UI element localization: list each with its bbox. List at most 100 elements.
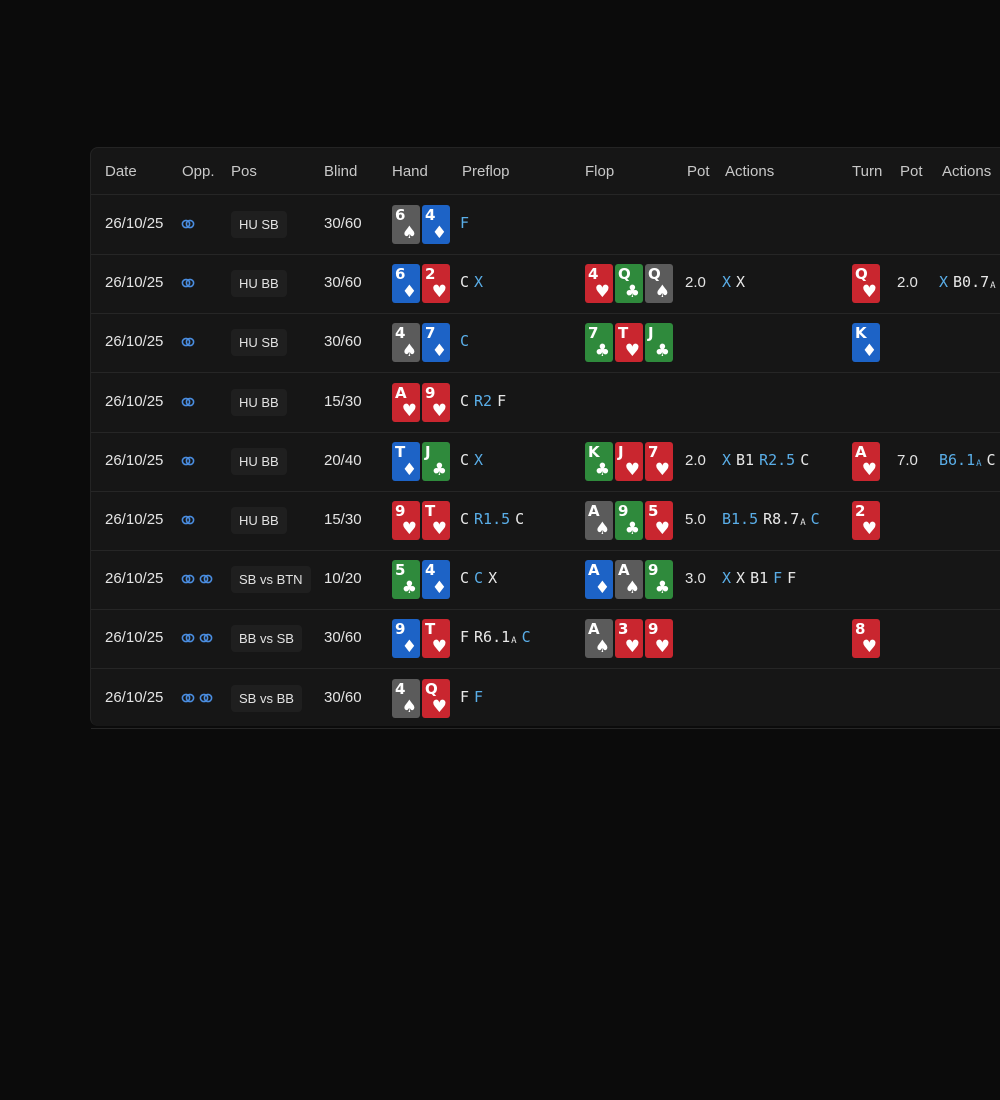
table-row[interactable]: 26/10/25 HU BB 30/60 6 ♦ 2 ♥ C X 4 ♥ Q ♣ Q ♠ 2.0 X X Q ♥ 2.0… <box>91 254 1000 315</box>
row-date: 26/10/25 <box>105 215 164 232</box>
action-token: C <box>811 510 820 528</box>
action-token: X <box>722 569 731 587</box>
col-hand[interactable]: Hand <box>392 163 428 180</box>
playing-card: A ♥ <box>392 382 420 422</box>
card-rank: 9 <box>618 502 629 520</box>
playing-card: A ♥ <box>852 441 880 481</box>
col-turn-pot[interactable]: Pot <box>900 163 923 180</box>
col-turn-actions[interactable]: Actions <box>942 163 991 180</box>
heart-suit-icon: ♥ <box>431 282 447 303</box>
action-token: R2 <box>474 392 492 410</box>
action-token: C <box>800 451 809 469</box>
card-rank: 9 <box>395 502 406 520</box>
col-turn[interactable]: Turn <box>852 163 882 180</box>
action-text: C <box>460 450 470 469</box>
row-date: 26/10/25 <box>105 688 164 706</box>
playing-card: T ♦ <box>392 441 420 481</box>
col-flop-pot[interactable]: Pot <box>687 163 710 180</box>
flop-pot: 5.0 <box>685 511 706 528</box>
table-header: Date Opp. Pos Blind Hand Preflop Flop Po… <box>91 148 1000 195</box>
playing-card: T ♥ <box>422 619 450 659</box>
col-opp[interactable]: Opp. <box>182 163 215 180</box>
table-row[interactable]: 26/10/25 SB vs BTN 10/20 5 ♣ 4 ♦ C C X A ♦ A ♠ 9 ♣ 3.0 X X… <box>91 550 1000 611</box>
table-row[interactable]: 26/10/25 HU BB 15/30 A ♥ 9 ♥ C R2 F <box>91 373 1000 433</box>
action-text: X <box>736 273 746 292</box>
preflop-actions: CX <box>460 273 488 291</box>
opponent-icon[interactable] <box>199 572 213 591</box>
opponent-icon[interactable] <box>199 631 213 650</box>
opponent-icon[interactable] <box>181 513 195 532</box>
table-row[interactable]: 26/10/25 HU BB 15/30 9 ♥ T ♥ C R1.5 C A ♠ 9 ♣ 5 ♥ 5.0 B1.… <box>91 491 1000 551</box>
position-badge: HU SB <box>231 329 287 357</box>
opponent-icon[interactable] <box>181 217 195 236</box>
action-token: X <box>736 569 745 587</box>
action-token: C <box>460 451 469 469</box>
playing-card: 2 ♥ <box>422 264 450 304</box>
opponent-icon[interactable] <box>181 631 195 650</box>
opponent-icon[interactable] <box>199 691 213 710</box>
action-text: B0.7 <box>953 273 990 292</box>
action-token: R1.5 <box>474 510 510 528</box>
col-blind[interactable]: Blind <box>324 163 357 180</box>
opponent-icons <box>181 572 213 591</box>
row-date: 26/10/25 <box>105 333 164 351</box>
diamond-suit-icon: ♦ <box>401 459 417 480</box>
col-flop-actions[interactable]: Actions <box>725 163 774 180</box>
opponent-icon[interactable] <box>181 335 195 354</box>
heart-suit-icon: ♥ <box>624 637 640 658</box>
hole-cards: A ♥ 9 ♥ <box>392 382 450 422</box>
heart-suit-icon: ♥ <box>594 282 610 303</box>
playing-card: A ♠ <box>615 560 643 600</box>
action-token: B6.1A <box>939 451 982 469</box>
card-rank: K <box>588 442 600 461</box>
preflop-actions: F <box>460 214 474 232</box>
action-text: X <box>722 273 732 292</box>
table-row[interactable]: 26/10/25 HU SB 30/60 4 ♠ 7 ♦ C 7 ♣ T ♥ J ♣ K ♦ <box>91 313 1000 374</box>
flop-pot: 2.0 <box>685 451 706 469</box>
action-allin-marker: A <box>511 636 517 647</box>
flop-cards: A ♦ A ♠ 9 ♣ <box>585 560 673 600</box>
action-token: C <box>460 392 469 410</box>
playing-card: 8 ♥ <box>852 619 880 659</box>
preflop-actions: C R2 F <box>460 392 511 410</box>
table-row[interactable]: 26/10/25 BB vs SB 30/60 9 ♦ T ♥ F R6.1A C A ♠ 3 ♥ 9 ♥ 8 ♥ <box>91 609 1000 670</box>
playing-card: J ♣ <box>645 323 673 363</box>
col-preflop[interactable]: Preflop <box>462 163 510 180</box>
action-token: F <box>787 569 796 587</box>
card-rank: 7 <box>588 324 599 343</box>
position-badge: SB vs BB <box>231 684 302 712</box>
hand-history-table: Date Opp. Pos Blind Hand Preflop Flop Po… <box>90 147 1000 729</box>
opponent-icon[interactable] <box>181 395 195 414</box>
col-date[interactable]: Date <box>105 163 137 180</box>
table-row[interactable]: 26/10/25 HU SB 30/60 6 ♠ 4 ♦ F <box>91 195 1000 255</box>
opponent-icon[interactable] <box>181 691 195 710</box>
heart-suit-icon: ♥ <box>624 459 640 480</box>
opponent-icon[interactable] <box>181 572 195 591</box>
opponent-icon[interactable] <box>181 454 195 473</box>
turn-pot: 2.0 <box>897 274 918 292</box>
card-rank: 4 <box>395 679 406 698</box>
card-rank: 5 <box>648 502 659 520</box>
heart-suit-icon: ♥ <box>431 696 447 717</box>
col-pos[interactable]: Pos <box>231 163 257 180</box>
diamond-suit-icon: ♦ <box>861 341 877 362</box>
row-blind: 15/30 <box>324 511 362 528</box>
diamond-suit-icon: ♦ <box>431 341 447 362</box>
col-flop[interactable]: Flop <box>585 163 614 180</box>
table-row[interactable]: 26/10/25 SB vs BB 30/60 4 ♠ Q ♥ F F <box>91 669 1000 729</box>
flop-actions: B1.5 R8.7A C <box>722 510 825 528</box>
playing-card: 3 ♥ <box>615 619 643 659</box>
action-token: R6.1A <box>474 628 517 646</box>
position-badge: HU BB <box>231 447 287 475</box>
diamond-suit-icon: ♦ <box>401 282 417 303</box>
opponent-icon[interactable] <box>181 276 195 295</box>
action-token: C <box>460 273 469 291</box>
action-text: C <box>521 628 531 647</box>
card-rank: 2 <box>855 502 866 520</box>
action-token: X <box>939 273 948 291</box>
action-text: B6.1 <box>939 450 976 469</box>
action-text: C <box>460 332 470 351</box>
heart-suit-icon: ♥ <box>654 519 670 539</box>
playing-card: 5 ♣ <box>392 560 420 600</box>
table-row[interactable]: 26/10/25 HU BB 20/40 T ♦ J ♣ C X K ♣ J ♥ 7 ♥ 2.0 X B1 R2.5… <box>91 432 1000 492</box>
